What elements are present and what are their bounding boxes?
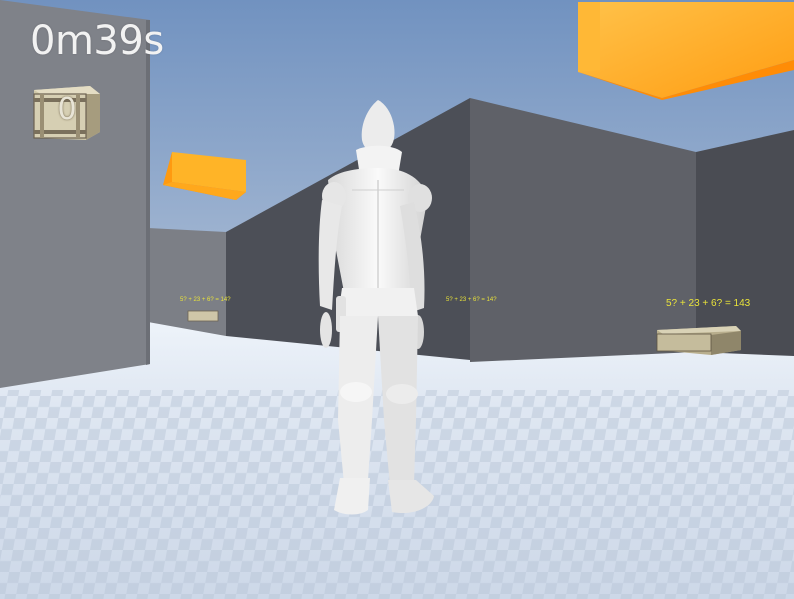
back-wall-right (696, 130, 794, 356)
timer-display: 0m39s (30, 18, 164, 64)
world-crate-right (656, 326, 741, 355)
clue-label-right: 5? + 23 + 6? = 143 (666, 298, 751, 309)
clue-label-center: 5? + 23 + 6? = 14? (446, 297, 497, 303)
clue-label-left: 5? + 23 + 6? = 14? (180, 297, 231, 303)
collected-count: 0 (57, 92, 77, 127)
world-crate-left (187, 310, 219, 322)
left-wall-edge (146, 20, 150, 365)
